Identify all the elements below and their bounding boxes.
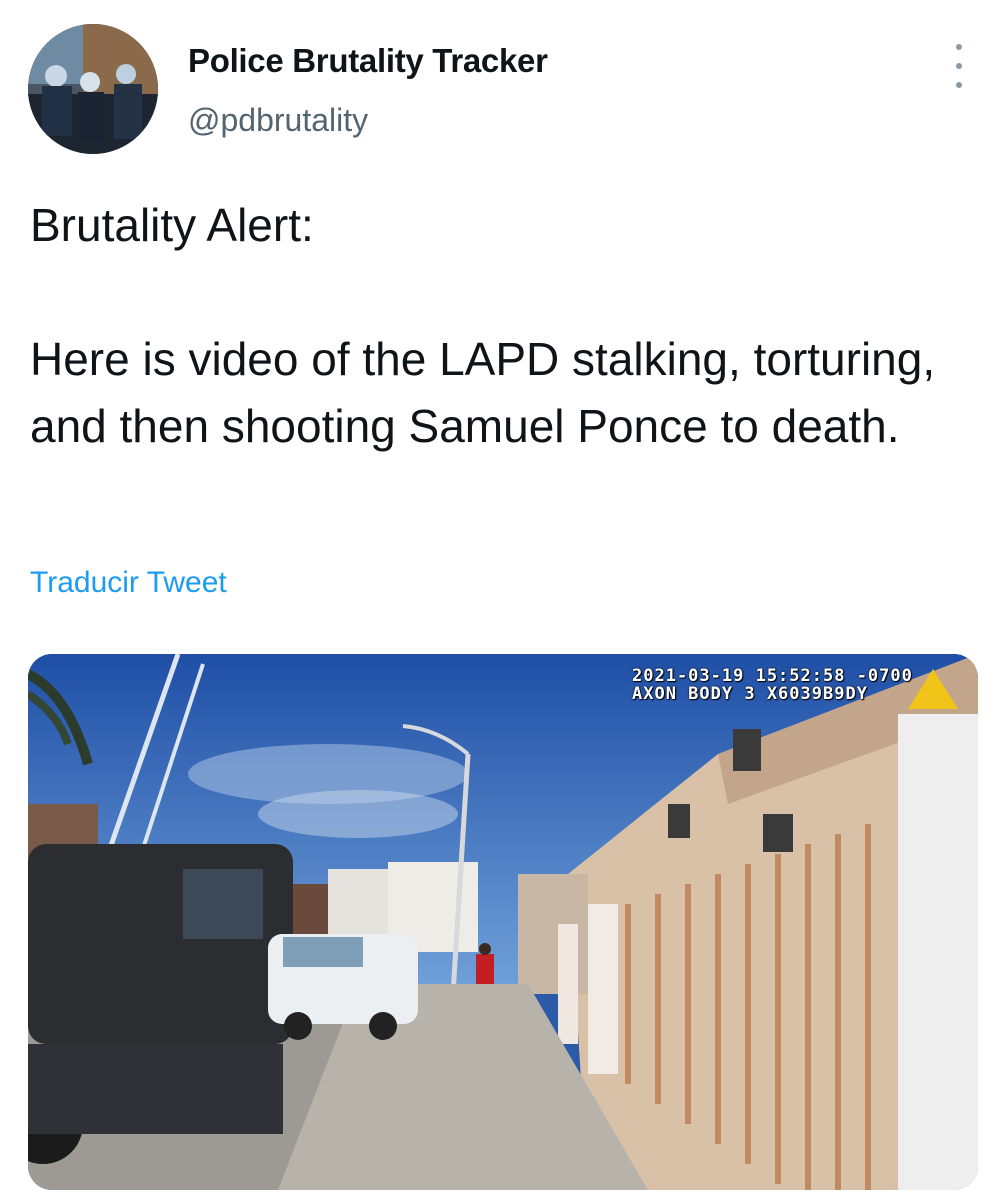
translate-tweet-link[interactable]: Traducir Tweet	[30, 566, 227, 600]
video-timestamp: 2021-03-19 15:52:58 -0700	[632, 666, 913, 686]
dot	[956, 63, 962, 69]
video-device-id: AXON BODY 3 X6039B9DY	[632, 684, 868, 704]
dot	[956, 82, 962, 88]
user-handle[interactable]: @pdbrutality	[188, 102, 368, 139]
avatar[interactable]	[28, 24, 158, 154]
video-frame	[28, 654, 978, 1190]
display-name[interactable]: Police Brutality Tracker	[188, 42, 548, 80]
more-options-icon[interactable]	[946, 44, 972, 88]
dot	[956, 44, 962, 50]
tweet-text: Brutality Alert: Here is video of the LA…	[30, 199, 936, 452]
tweet-video[interactable]: 2021-03-19 15:52:58 -0700 AXON BODY 3 X6…	[28, 654, 978, 1190]
